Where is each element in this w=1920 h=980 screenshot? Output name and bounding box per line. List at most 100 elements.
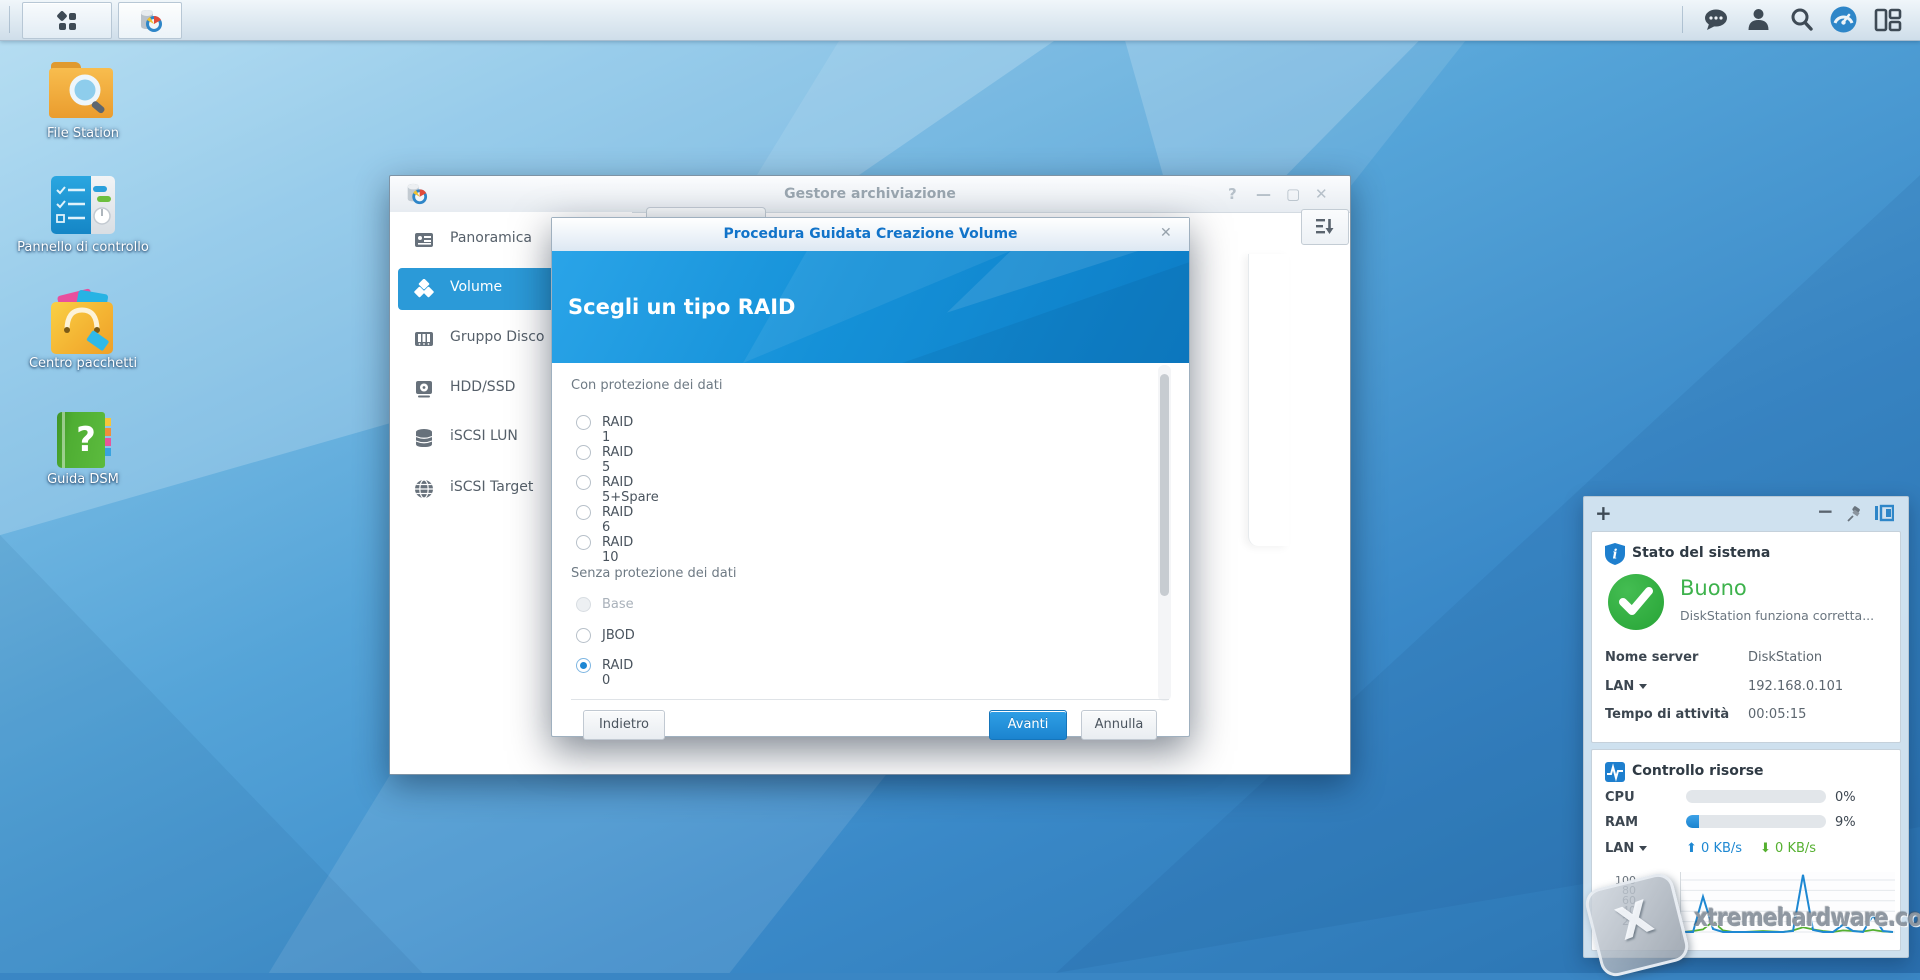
search-button[interactable]	[1789, 7, 1814, 36]
down-arrow-icon: ⬇	[1760, 841, 1771, 856]
bag-handle-icon	[57, 304, 113, 356]
wizard-scrollbar-thumb[interactable]	[1160, 374, 1169, 596]
next-button[interactable]: Avanti	[989, 710, 1067, 740]
radio-button[interactable]	[576, 415, 591, 430]
window-titlebar[interactable]: Gestore archiviazione ? — ▢ ✕	[390, 176, 1350, 213]
lan-upload: ⬆ 0 KB/s	[1686, 841, 1742, 856]
radio-button[interactable]	[576, 505, 591, 520]
ram-label: RAM	[1605, 815, 1638, 830]
ram-meter-fill	[1686, 815, 1699, 828]
content-panel-edge	[1248, 254, 1289, 546]
window-minimize-button[interactable]: —	[1256, 185, 1271, 203]
magnifier-icon	[1789, 7, 1814, 32]
gauge-icon	[1830, 6, 1857, 33]
cancel-button[interactable]: Annulla	[1081, 710, 1157, 740]
pilot-view-button[interactable]	[1874, 8, 1902, 36]
window-title: Gestore archiviazione	[390, 186, 1350, 202]
list-down-icon	[1315, 218, 1335, 236]
notifications-button[interactable]	[1703, 8, 1729, 36]
lan-download: ⬇ 0 KB/s	[1760, 841, 1816, 856]
status-text: Buono	[1680, 576, 1747, 600]
server-name-label: Nome server	[1605, 650, 1698, 665]
footer-divider	[571, 699, 1169, 700]
pin-icon[interactable]	[1846, 505, 1864, 523]
system-status-widget: i Stato del sistema Buono DiskStation fu…	[1591, 531, 1901, 743]
resource-monitor-button[interactable]	[1830, 6, 1857, 37]
taskbar-separator	[1682, 6, 1683, 33]
uptime-value: 00:05:15	[1748, 707, 1806, 722]
control-panel-detail-icon	[55, 184, 113, 230]
main-menu-button[interactable]	[22, 2, 112, 39]
status-ok-icon	[1608, 574, 1664, 630]
disk-group-icon	[414, 329, 434, 349]
cpu-label: CPU	[1605, 790, 1635, 805]
volume-creation-wizard-dialog: Procedura Guidata Creazione Volume ✕ Sce…	[551, 217, 1190, 737]
resource-monitor-icon	[1604, 761, 1626, 783]
server-name-value: DiskStation	[1748, 650, 1822, 665]
raid-group-unprotected-label: Senza protezione dei dati	[571, 566, 736, 581]
ram-meter	[1686, 815, 1826, 828]
cpu-value: 0%	[1835, 790, 1856, 805]
dropdown-arrow-icon	[1639, 684, 1647, 689]
desktop-icon-label[interactable]: Pannello di controllo	[3, 240, 163, 256]
chat-bubble-icon	[1703, 8, 1729, 32]
desktop-icon-label[interactable]: Centro pacchetti	[3, 356, 163, 372]
book-spine	[62, 412, 65, 468]
window-close-button[interactable]: ✕	[1315, 185, 1328, 203]
magnifier-overlay-icon	[65, 72, 111, 120]
taskbar-separator	[9, 6, 10, 33]
volume-cubes-icon	[414, 279, 434, 299]
desktop-icon-control-panel[interactable]	[51, 176, 115, 234]
desktop-icon-label[interactable]: Guida DSM	[3, 472, 163, 488]
wizard-header[interactable]: Procedura Guidata Creazione Volume ✕	[552, 218, 1189, 252]
widget-minimize-button[interactable]: −	[1817, 499, 1834, 523]
database-icon	[414, 428, 434, 448]
person-icon	[1746, 7, 1771, 32]
desktop-icon-label[interactable]: File Station	[3, 126, 163, 142]
lan-traffic-label[interactable]: LAN	[1605, 841, 1647, 856]
ram-value: 9%	[1835, 815, 1856, 830]
window-help-button[interactable]: ?	[1228, 185, 1237, 203]
shield-info-icon: i	[1604, 542, 1626, 566]
radio-button[interactable]	[576, 535, 591, 550]
wizard-heading: Scegli un tipo RAID	[568, 295, 795, 319]
radio-button	[576, 597, 591, 612]
user-options-button[interactable]	[1746, 7, 1771, 36]
radio-button[interactable]	[576, 628, 591, 643]
add-widget-button[interactable]: +	[1595, 501, 1612, 525]
radio-button[interactable]	[576, 658, 591, 673]
storage-manager-icon	[137, 8, 163, 34]
taskbar	[0, 0, 1920, 41]
up-arrow-icon: ⬆	[1686, 841, 1697, 856]
cpu-meter	[1686, 790, 1826, 803]
radio-button[interactable]	[576, 445, 591, 460]
dropdown-arrow-icon	[1639, 846, 1647, 851]
collapse-list-button[interactable]	[1301, 209, 1349, 245]
lan-label[interactable]: LAN	[1605, 679, 1647, 694]
dock-panel-icon[interactable]	[1874, 504, 1894, 522]
raid-group-protected-label: Con protezione dei dati	[571, 378, 722, 393]
pilot-view-icon	[1874, 8, 1902, 32]
lan-ip-value: 192.168.0.101	[1748, 679, 1843, 694]
check-mark-icon	[1618, 586, 1654, 618]
back-button[interactable]: Indietro	[583, 710, 665, 740]
watermark-text: xtremehardware.com	[1694, 903, 1888, 932]
watermark-logo-letter: X	[1610, 891, 1659, 951]
svg-text:i: i	[1613, 548, 1618, 563]
window-maximize-button[interactable]: ▢	[1286, 185, 1300, 203]
storage-manager-taskbar-button[interactable]	[118, 2, 182, 39]
wizard-title: Procedura Guidata Creazione Volume	[552, 226, 1189, 242]
status-detail: DiskStation funziona corretta...	[1680, 608, 1892, 623]
desktop-icon-package-center[interactable]	[51, 292, 115, 358]
desktop-icon-dsm-help[interactable]: ?	[57, 412, 113, 470]
question-mark-glyph: ?	[67, 420, 105, 460]
radio-button[interactable]	[576, 475, 591, 490]
resource-monitor-title: Controllo risorse	[1632, 763, 1764, 779]
overview-icon	[414, 230, 434, 250]
desktop-icon-file-station[interactable]	[49, 62, 115, 122]
wizard-banner: Scegli un tipo RAID	[552, 251, 1189, 363]
uptime-label: Tempo di attività	[1605, 707, 1729, 722]
hdd-icon	[414, 379, 434, 399]
system-status-title: Stato del sistema	[1632, 545, 1770, 561]
wizard-close-button[interactable]: ✕	[1160, 225, 1172, 241]
